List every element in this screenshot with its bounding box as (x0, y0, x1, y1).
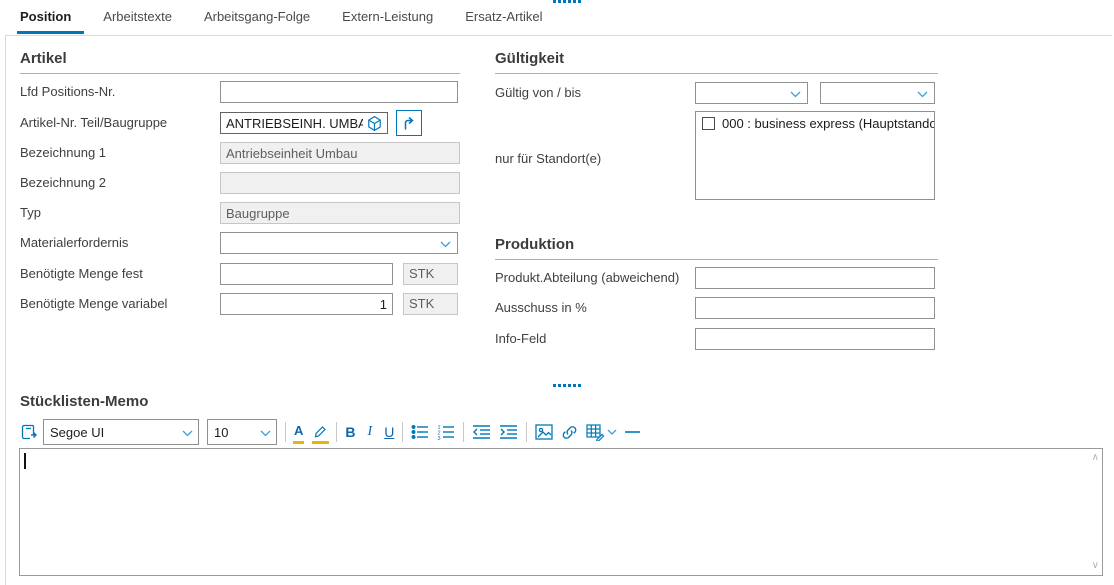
insert-table-icon[interactable] (586, 420, 605, 444)
produkt-abteilung-label: Produkt.Abteilung (abweichend) (495, 267, 679, 289)
outdent-icon[interactable] (472, 420, 491, 444)
article-cube-icon (366, 115, 383, 132)
menge-variabel-label: Benötigte Menge variabel (20, 293, 167, 315)
materialerfordernis-label: Materialerfordernis (20, 232, 128, 254)
tab-arbeitstexte[interactable]: Arbeitstexte (103, 0, 172, 35)
panel-border-left (5, 35, 6, 585)
text-module-icon[interactable] (20, 420, 38, 444)
bezeichnung1-label: Bezeichnung 1 (20, 142, 106, 164)
artikel-nr-label: Artikel-Nr. Teil/Baugruppe (20, 112, 167, 134)
svg-text:3: 3 (438, 436, 441, 440)
standorte-listbox[interactable]: 000 : business express (Hauptstando (695, 111, 935, 200)
memo-editor[interactable]: ∧ ∨ (19, 448, 1103, 576)
artikel-nr-input[interactable] (220, 112, 388, 134)
scroll-down-icon[interactable]: ∨ (1092, 561, 1099, 571)
info-feld-label: Info-Feld (495, 328, 546, 350)
tab-ersatz-artikel[interactable]: Ersatz-Artikel (465, 0, 542, 35)
chevron-down-icon (440, 241, 451, 248)
italic-button[interactable]: I (368, 420, 373, 444)
position-tab-page: Position Arbeitstexte Arbeitsgang-Folge … (0, 0, 1114, 585)
font-size-select[interactable]: 10 (207, 419, 277, 445)
lfd-positions-nr-label: Lfd Positions-Nr. (20, 81, 115, 103)
memo-section-title: Stücklisten-Memo (20, 393, 148, 410)
highlight-icon[interactable] (313, 420, 328, 444)
splitter-grip-top[interactable] (553, 0, 581, 3)
table-options-chevron-icon[interactable] (607, 420, 617, 444)
typ-label: Typ (20, 202, 41, 224)
standort-list-item[interactable]: 000 : business express (Hauptstando (696, 112, 934, 135)
gueltig-von-bis-label: Gültig von / bis (495, 82, 581, 104)
standort-checkbox[interactable] (702, 117, 715, 130)
standort-item-label: 000 : business express (Hauptstando (722, 116, 935, 131)
tab-bar: Position Arbeitstexte Arbeitsgang-Folge … (20, 0, 543, 35)
indent-icon[interactable] (499, 420, 518, 444)
typ-input (220, 202, 460, 224)
chevron-down-icon (260, 430, 271, 437)
chevron-down-icon (917, 91, 928, 98)
numbered-list-icon[interactable]: 1 2 3 (437, 420, 455, 444)
menge-variabel-input[interactable] (220, 293, 393, 315)
standorte-label: nur für Standort(e) (495, 148, 601, 170)
produktion-section-title: Produktion (495, 236, 938, 260)
gueltig-von-select[interactable] (695, 82, 808, 104)
tab-arbeitsgang-folge[interactable]: Arbeitsgang-Folge (204, 0, 310, 35)
panel-border-top (5, 35, 1112, 36)
splitter-grip-middle[interactable] (553, 384, 581, 387)
chevron-down-icon (790, 91, 801, 98)
ausschuss-input[interactable] (695, 297, 935, 319)
bezeichnung1-input (220, 142, 460, 164)
memo-toolbar: Segoe UI 10 A B I U (20, 419, 640, 445)
materialerfordernis-select[interactable] (220, 232, 458, 254)
menge-fest-unit: STK (403, 263, 458, 285)
menge-fest-label: Benötigte Menge fest (20, 263, 143, 285)
bezeichnung2-label: Bezeichnung 2 (20, 172, 106, 194)
horizontal-rule-icon[interactable] (625, 420, 640, 444)
info-feld-input[interactable] (695, 328, 935, 350)
artikel-section-title: Artikel (20, 50, 460, 74)
menge-fest-input[interactable] (220, 263, 393, 285)
text-caret (24, 453, 26, 469)
insert-link-icon[interactable] (561, 420, 578, 444)
bezeichnung2-input (220, 172, 460, 194)
underline-button[interactable]: U (384, 420, 394, 444)
scroll-up-icon[interactable]: ∧ (1092, 453, 1099, 463)
gueltigkeit-section-title: Gültigkeit (495, 50, 938, 74)
tab-position[interactable]: Position (20, 0, 71, 35)
bold-button[interactable]: B (345, 420, 355, 444)
font-color-icon[interactable]: A (294, 420, 303, 444)
font-family-select[interactable]: Segoe UI (43, 419, 199, 445)
ausschuss-label: Ausschuss in % (495, 297, 587, 319)
gueltig-bis-select[interactable] (820, 82, 935, 104)
insert-image-icon[interactable] (535, 420, 553, 444)
tab-extern-leistung[interactable]: Extern-Leistung (342, 0, 433, 35)
bullet-list-icon[interactable] (411, 420, 429, 444)
chevron-down-icon (182, 430, 193, 437)
goto-article-button[interactable] (396, 110, 422, 136)
lfd-positions-nr-input[interactable] (220, 81, 458, 103)
arrow-branch-icon (401, 115, 417, 131)
menge-variabel-unit: STK (403, 293, 458, 315)
produkt-abteilung-input[interactable] (695, 267, 935, 289)
